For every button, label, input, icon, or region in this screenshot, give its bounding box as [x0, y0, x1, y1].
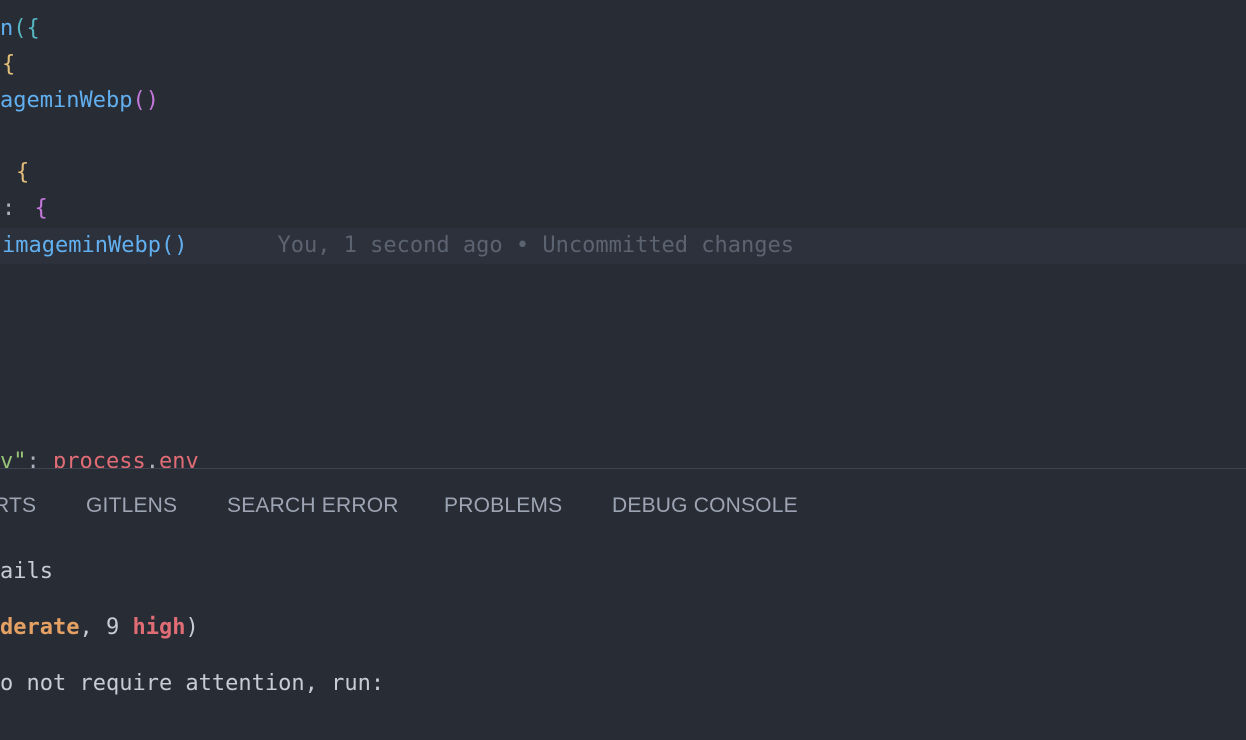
severity-moderate: derate: [0, 615, 80, 640]
code-token: ageminWebp: [0, 88, 133, 113]
code-line: ageminWebp(): [0, 83, 1246, 119]
vscode-window: n({ { ageminWebp() { : { imageminWebp() Y…: [0, 0, 1246, 740]
code-line: {: [0, 155, 1246, 191]
terminal-line: ails: [0, 559, 53, 584]
gitlens-blame-annotation[interactable]: You, 1 second ago • Uncommitted changes: [277, 233, 794, 258]
code-token: v": [0, 449, 27, 468]
tab-debug-console[interactable]: DEBUG CONSOLE: [612, 469, 798, 541]
panel-tab-bar: RTS GITLENS SEARCH ERROR PROBLEMS DEBUG …: [0, 469, 1246, 541]
code-token: {: [34, 196, 48, 221]
code-line: {: [0, 47, 1246, 83]
terminal-line: derate, 9 high): [0, 610, 199, 646]
code-line: : {: [0, 191, 1246, 227]
severity-high: high: [132, 615, 186, 640]
code-token: env: [158, 449, 199, 468]
code-token: (: [13, 16, 27, 41]
terminal-line: o not require attention, run:: [0, 671, 385, 696]
code-token: {: [26, 16, 40, 41]
terminal-text: ): [185, 615, 199, 640]
code-token: {: [2, 52, 16, 77]
code-line: n({: [0, 11, 1246, 47]
code-line: v": process.env: [0, 444, 1246, 468]
tab-gitlens[interactable]: GITLENS: [86, 469, 177, 541]
tab-search-error[interactable]: SEARCH ERROR: [227, 469, 399, 541]
code-token: .: [145, 449, 159, 468]
code-line-current: imageminWebp() You, 1 second ago • Uncomm…: [0, 228, 1246, 264]
code-token: process: [53, 449, 146, 468]
code-token: (): [132, 88, 159, 113]
code-token: (): [160, 233, 188, 258]
tab-problems[interactable]: PROBLEMS: [444, 469, 562, 541]
code-token: :: [26, 449, 40, 468]
code-token: :: [2, 196, 16, 221]
code-editor[interactable]: n({ { ageminWebp() { : { imageminWebp() Y…: [0, 0, 1246, 468]
tab-ports[interactable]: RTS: [0, 469, 36, 541]
code-token: {: [16, 160, 30, 185]
code-token: n: [0, 16, 14, 41]
terminal-text: , 9: [79, 615, 133, 640]
code-token: imageminWebp: [2, 233, 161, 258]
bottom-panel: RTS GITLENS SEARCH ERROR PROBLEMS DEBUG …: [0, 468, 1246, 740]
